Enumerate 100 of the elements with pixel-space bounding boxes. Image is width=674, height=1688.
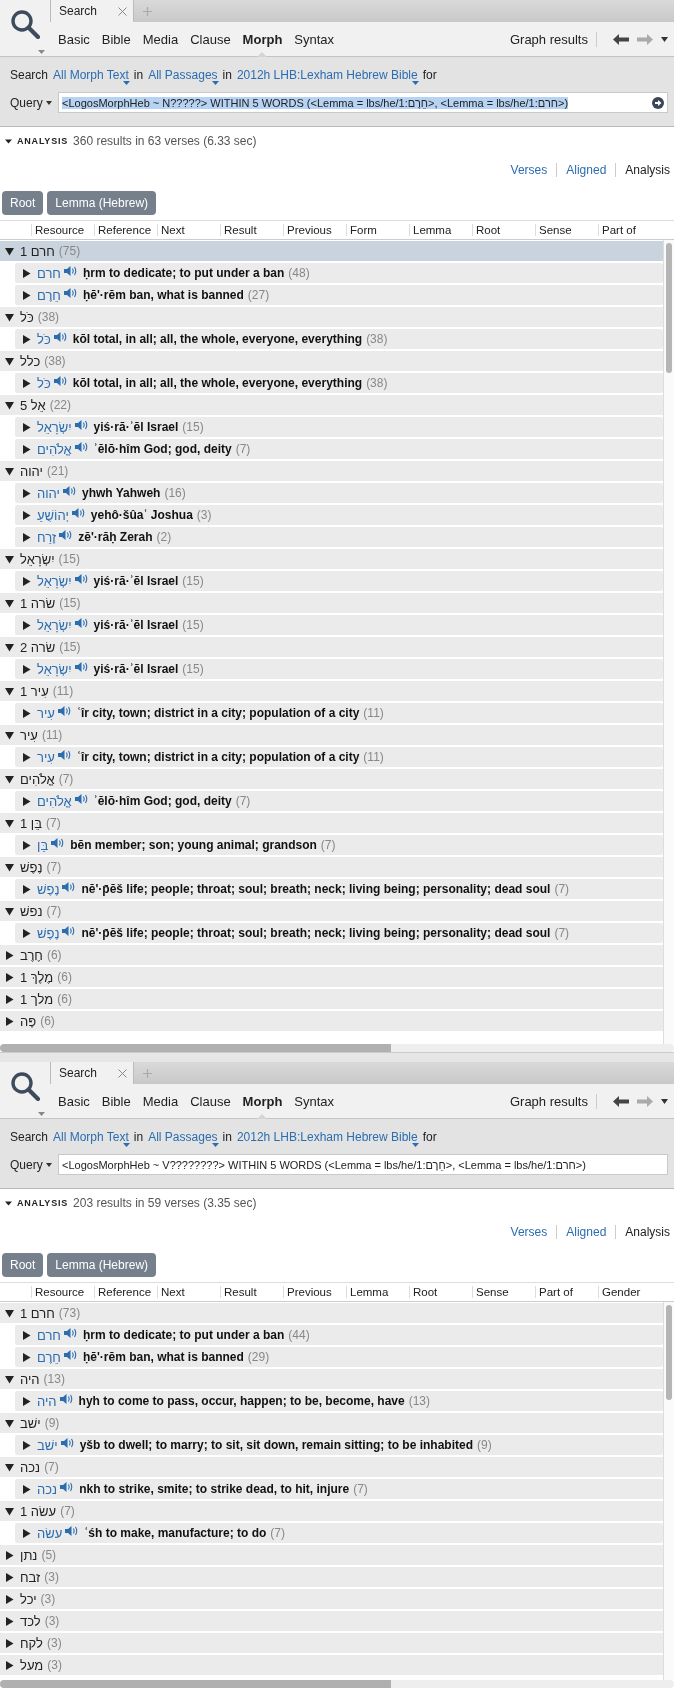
search-type-tab[interactable]: Media <box>142 1084 179 1118</box>
hebrew-word-link[interactable]: חֵרֶם <box>37 1349 61 1365</box>
expand-toggle-icon[interactable] <box>22 840 31 850</box>
column-header[interactable]: Previous <box>283 1286 346 1298</box>
view-link[interactable]: Analysis <box>615 1225 670 1239</box>
collapse-toggle-icon[interactable] <box>5 1199 12 1207</box>
column-header[interactable]: Result <box>220 224 283 236</box>
horizontal-scrollbar[interactable] <box>0 1680 674 1688</box>
search-menu-button[interactable] <box>0 1062 50 1119</box>
speaker-icon[interactable] <box>62 881 77 893</box>
hebrew-word-link[interactable]: זֶרַח <box>37 529 57 545</box>
speaker-icon[interactable] <box>63 265 78 277</box>
view-link[interactable]: Aligned <box>556 1225 616 1239</box>
hebrew-word-link[interactable]: בֵּן <box>37 837 49 853</box>
go-button-icon[interactable] <box>652 96 664 109</box>
expand-toggle-icon[interactable] <box>22 532 31 542</box>
column-header[interactable]: Next <box>157 1286 220 1298</box>
hebrew-word-link[interactable]: יִשְׂרָאֵל <box>37 661 72 677</box>
expand-toggle-icon[interactable] <box>5 994 14 1004</box>
column-header[interactable]: Lemma <box>346 1286 409 1298</box>
expand-toggle-icon[interactable] <box>22 422 31 432</box>
view-link[interactable]: Verses <box>501 163 557 177</box>
expand-toggle-icon[interactable] <box>5 1506 14 1516</box>
column-header[interactable]: Next <box>157 224 220 236</box>
speaker-icon[interactable] <box>53 375 68 387</box>
expand-toggle-icon[interactable] <box>22 290 31 300</box>
hebrew-word-link[interactable]: כֹּל <box>37 331 51 347</box>
column-header[interactable]: Resource <box>31 224 94 236</box>
speaker-icon[interactable] <box>74 793 89 805</box>
expand-toggle-icon[interactable] <box>5 1462 14 1472</box>
search-type-tab[interactable]: Syntax <box>294 1084 335 1118</box>
vertical-scrollbar[interactable] <box>663 240 674 1044</box>
resource-link[interactable]: 2012h LHB:Lexham Hebrew Bible <box>236 68 418 85</box>
expand-toggle-icon[interactable] <box>5 1594 14 1604</box>
speaker-icon[interactable] <box>65 1525 80 1537</box>
expand-toggle-icon[interactable] <box>22 884 31 894</box>
search-type-tab[interactable]: Basic <box>58 22 90 56</box>
expand-toggle-icon[interactable] <box>5 312 14 322</box>
graph-results-button[interactable]: Graph results <box>509 1093 597 1109</box>
search-type-tab[interactable]: Bible <box>101 1084 131 1118</box>
column-header[interactable]: Previous <box>283 224 346 236</box>
hebrew-word-link[interactable]: יִשְׂרָאֵל <box>37 617 72 633</box>
expand-toggle-icon[interactable] <box>5 598 14 608</box>
speaker-icon[interactable] <box>63 1349 78 1361</box>
expand-toggle-icon[interactable] <box>22 708 31 718</box>
dropdown-caret-icon[interactable] <box>661 1098 668 1104</box>
hebrew-word-link[interactable]: עשׂה <box>37 1525 63 1541</box>
expand-toggle-icon[interactable] <box>5 1572 14 1582</box>
expand-toggle-icon[interactable] <box>5 1638 14 1648</box>
hebrew-word-link[interactable]: אֱלֹהִים <box>37 441 72 457</box>
expand-toggle-icon[interactable] <box>5 356 14 366</box>
expand-toggle-icon[interactable] <box>5 466 14 476</box>
view-link[interactable]: Analysis <box>615 163 670 177</box>
hebrew-word-link[interactable]: היה <box>37 1393 57 1409</box>
expand-toggle-icon[interactable] <box>5 972 14 982</box>
expand-toggle-icon[interactable] <box>22 1330 31 1340</box>
column-header[interactable]: Reference <box>94 1286 157 1298</box>
expand-toggle-icon[interactable] <box>5 818 14 828</box>
expand-toggle-icon[interactable] <box>5 906 14 916</box>
expand-toggle-icon[interactable] <box>5 246 14 256</box>
column-header[interactable]: Lemma <box>409 224 472 236</box>
speaker-icon[interactable] <box>59 529 74 541</box>
expand-toggle-icon[interactable] <box>22 510 31 520</box>
group-by-button[interactable]: Root <box>2 190 44 215</box>
hebrew-word-link[interactable]: ישׁב <box>37 1437 58 1453</box>
hebrew-word-link[interactable]: יִשְׂרָאֵל <box>37 573 72 589</box>
hebrew-word-link[interactable]: יְהוֹשֻׁעַ <box>37 507 69 523</box>
column-header[interactable]: Form <box>346 224 409 236</box>
vertical-scrollbar[interactable] <box>663 1302 674 1680</box>
query-menu-button[interactable]: Query <box>10 1157 58 1172</box>
expand-toggle-icon[interactable] <box>5 554 14 564</box>
hebrew-word-link[interactable]: יִשְׂרָאֵל <box>37 419 72 435</box>
view-link[interactable]: Aligned <box>556 163 616 177</box>
expand-toggle-icon[interactable] <box>5 1418 14 1428</box>
speaker-icon[interactable] <box>59 1393 74 1405</box>
speaker-icon[interactable] <box>74 573 89 585</box>
expand-toggle-icon[interactable] <box>22 664 31 674</box>
expand-toggle-icon[interactable] <box>5 686 14 696</box>
text-scope-link[interactable]: All Morph Text <box>53 1130 129 1147</box>
search-type-tab[interactable]: Basic <box>58 1084 90 1118</box>
hebrew-word-link[interactable]: חרם <box>37 1327 61 1343</box>
speaker-icon[interactable] <box>62 925 77 937</box>
expand-toggle-icon[interactable] <box>22 1396 31 1406</box>
speaker-icon[interactable] <box>63 287 78 299</box>
speaker-icon[interactable] <box>74 419 89 431</box>
hebrew-word-link[interactable]: יהוה <box>37 485 60 501</box>
column-header[interactable]: Root <box>409 1286 472 1298</box>
hebrew-word-link[interactable]: אֱלֹהִים <box>37 793 72 809</box>
search-type-tab[interactable]: Bible <box>101 22 131 56</box>
speaker-icon[interactable] <box>60 1437 75 1449</box>
search-type-tab[interactable]: Media <box>142 22 179 56</box>
column-header[interactable]: Reference <box>94 224 157 236</box>
expand-toggle-icon[interactable] <box>5 1308 14 1318</box>
expand-toggle-icon[interactable] <box>22 268 31 278</box>
search-type-tab[interactable]: Morph <box>242 1084 283 1118</box>
speaker-icon[interactable] <box>60 1481 75 1493</box>
expand-toggle-icon[interactable] <box>5 730 14 740</box>
expand-toggle-icon[interactable] <box>22 752 31 762</box>
hebrew-word-link[interactable]: נֶפֶשׁ <box>37 881 60 897</box>
expand-toggle-icon[interactable] <box>22 444 31 454</box>
